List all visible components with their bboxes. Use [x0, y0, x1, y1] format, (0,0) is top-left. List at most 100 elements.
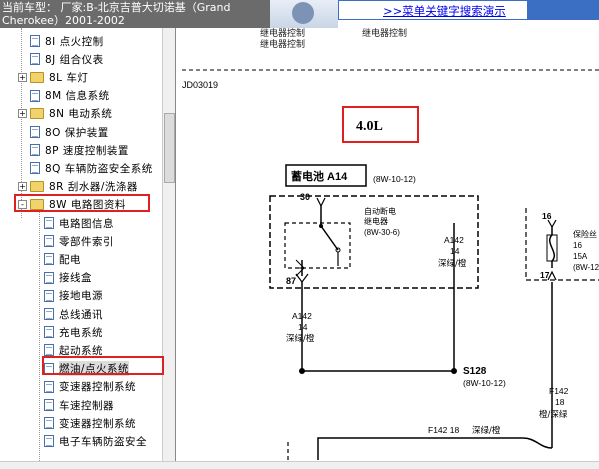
middle-wire-color: 深绿/橙 — [438, 258, 467, 269]
expand-toggle-icon — [18, 37, 27, 46]
document-icon — [30, 35, 40, 47]
search-demo-link[interactable]: >>菜单关键字搜索演示 — [339, 1, 527, 19]
relay-contact — [319, 224, 323, 228]
bottom-wire-color: 深绿/橙 — [472, 425, 501, 436]
sidebar-item-label: 变速器控制系统 — [59, 417, 136, 430]
diagram-view: 继电器控制 继电器控制 继电器控制 JD03019 4.0L 蓄电池 A14 (… — [178, 28, 599, 469]
vehicle-line-1: 当前车型： 厂家:B-北京吉普大切诺基（Grand — [2, 1, 231, 14]
sidebar-item-label: 8M 信息系统 — [45, 90, 110, 103]
right-wire-gauge: 18 — [555, 397, 565, 407]
battery-label: 蓄电池 A14 — [291, 169, 348, 183]
sidebar-item[interactable]: 充电系统 — [32, 323, 103, 341]
bottom-wire — [317, 437, 553, 460]
document-icon — [44, 235, 54, 248]
expand-toggle-icon — [18, 128, 27, 137]
pin-87: 87 — [286, 276, 296, 286]
sidebar-item[interactable]: +8L 车灯 — [18, 68, 88, 86]
document-icon — [44, 399, 54, 411]
expand-toggle-icon — [32, 437, 41, 446]
sidebar-item-label: 电子车辆防盗安全 — [59, 435, 147, 448]
document-icon — [44, 344, 54, 357]
expand-toggle-icon — [32, 237, 41, 246]
middle-wire-code: A142 — [444, 235, 464, 245]
sidebar-scrollbar[interactable] — [162, 28, 175, 469]
sidebar-item[interactable]: 8O 保护装置 — [18, 123, 109, 141]
wiring-diagram: JD03019 4.0L 蓄电池 A14 (8W-10-12) 30 自动断电 … — [182, 69, 599, 464]
splice-node-left — [299, 368, 305, 374]
left-wire-gauge: 14 — [298, 322, 308, 332]
search-demo-box: >>菜单关键字搜索演示 — [338, 0, 528, 20]
sidebar-scroll-thumb[interactable] — [164, 113, 175, 183]
middle-wire-gauge: 14 — [450, 246, 460, 256]
document-icon — [30, 89, 40, 102]
relay-label-1: 自动断电 — [364, 206, 396, 216]
sidebar-item[interactable]: +8R 刮水器/洗涤器 — [18, 178, 138, 196]
document-icon — [44, 217, 54, 229]
expand-toggle-icon — [32, 273, 41, 282]
expand-toggle-icon — [32, 364, 41, 373]
document-icon — [30, 126, 40, 138]
sidebar-item-label: 8R 刮水器/洗涤器 — [49, 181, 138, 194]
sidebar-item[interactable]: 电子车辆防盗安全 — [32, 432, 147, 450]
app-window: 当前车型： 厂家:B-北京吉普大切诺基（Grand Cherokee）2001-… — [0, 0, 599, 469]
sidebar-item[interactable]: 变速器控制系统 — [32, 378, 136, 396]
top-header: 当前车型： 厂家:B-北京吉普大切诺基（Grand Cherokee）2001-… — [0, 0, 599, 28]
sidebar-item[interactable]: 8I 点火控制 — [18, 32, 104, 50]
splice-node — [451, 368, 457, 374]
expand-toggle-icon[interactable]: + — [18, 182, 27, 192]
sidebar-item-label: 8P 速度控制装置 — [45, 144, 129, 157]
pin-30-arrow — [316, 197, 326, 208]
expand-toggle-icon — [18, 55, 27, 64]
fuse-in-arrow — [547, 219, 557, 229]
expand-toggle-icon[interactable]: + — [18, 109, 27, 119]
relay-coil-symbol — [295, 259, 305, 277]
sidebar-item[interactable]: 配电 — [32, 250, 81, 268]
document-icon — [44, 380, 54, 393]
sidebar-item-label: 8N 电动系统 — [49, 108, 113, 121]
sidebar-item[interactable]: 8Q 车辆防盗安全系统 — [18, 159, 153, 177]
sidebar-item[interactable]: 电路图信息 — [32, 214, 114, 232]
sidebar-item[interactable]: 零部件索引 — [32, 232, 114, 250]
sidebar-item[interactable]: 8M 信息系统 — [18, 87, 110, 105]
right-wire-color: 橙/深绿 — [539, 409, 568, 420]
sidebar-item-label: 零部件索引 — [59, 235, 114, 248]
engine-label: 4.0L — [356, 119, 383, 134]
sidebar-item[interactable]: 8P 速度控制装置 — [18, 141, 129, 159]
expand-toggle-icon — [32, 310, 41, 319]
document-icon — [30, 162, 40, 175]
fuse-symbol — [549, 234, 555, 262]
splice-ref: (8W-10-12) — [463, 378, 506, 388]
expand-toggle-icon — [32, 219, 41, 228]
sidebar-item[interactable]: +8N 电动系统 — [18, 105, 112, 123]
splice-label: S128 — [463, 366, 487, 377]
document-icon — [44, 289, 54, 302]
sidebar-item[interactable]: 8J 组合仪表 — [18, 50, 104, 68]
expand-toggle-icon — [32, 346, 41, 355]
bottom-wire-code: F142 18 — [428, 425, 459, 435]
sidebar-item-label: 车速控制器 — [59, 399, 114, 412]
sidebar-item-label: 8L 车灯 — [49, 71, 89, 84]
folder-icon — [30, 181, 44, 193]
sidebar-item-label: 接线盒 — [59, 272, 92, 285]
document-icon — [44, 308, 54, 320]
expand-toggle-icon[interactable]: + — [18, 72, 27, 82]
document-icon — [44, 417, 54, 430]
document-icon — [44, 271, 54, 284]
sidebar-item-label: 8O 保护装置 — [45, 126, 109, 139]
highlight-box-fuel — [42, 356, 164, 375]
sidebar-item-label: 配电 — [59, 253, 81, 266]
horizontal-scrollbar[interactable] — [0, 461, 599, 469]
sidebar-item[interactable]: 总线通讯 — [32, 305, 103, 323]
doc-code: JD03019 — [182, 80, 218, 90]
folder-icon — [30, 71, 44, 83]
pin-16a: 16 — [542, 211, 552, 221]
sidebar-item[interactable]: 接地电源 — [32, 287, 103, 305]
sidebar-item[interactable]: 接线盒 — [32, 269, 92, 287]
document-icon — [44, 326, 54, 339]
vehicle-line-2: Cherokee）2001-2002 — [2, 14, 125, 27]
sidebar-item[interactable]: 车速控制器 — [32, 396, 114, 414]
sidebar-item[interactable]: 变速器控制系统 — [32, 414, 136, 432]
sidebar-tree: 8I 点火控制 8J 组合仪表 +8L 车灯 8M 信息系统 +8N 电动系统 8O 保护… — [0, 28, 176, 469]
expand-toggle-icon — [32, 328, 41, 337]
document-icon — [30, 144, 40, 157]
